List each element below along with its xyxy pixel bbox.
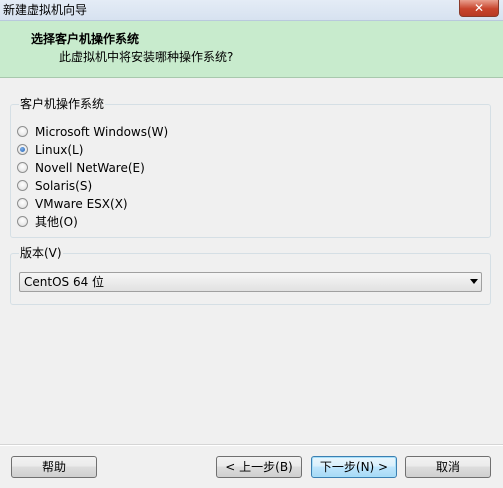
radio-label[interactable]: Solaris(S) xyxy=(35,178,92,194)
radio-label[interactable]: Linux(L) xyxy=(35,142,83,158)
radio-label[interactable]: VMware ESX(X) xyxy=(35,196,128,212)
radio-button-icon[interactable] xyxy=(17,198,28,209)
version-group: 版本(V) CentOS 64 位 xyxy=(10,246,491,305)
radio-button-icon[interactable] xyxy=(17,216,28,227)
version-select-value[interactable]: CentOS 64 位 xyxy=(24,274,104,290)
radio-label[interactable]: Novell NetWare(E) xyxy=(35,160,145,176)
next-button[interactable]: 下一步(N) > xyxy=(311,456,397,478)
header-banner: 选择客户机操作系统 此虚拟机中将安装哪种操作系统? xyxy=(0,21,503,78)
new-vm-wizard-dialog: 新建虚拟机向导 ✕ 选择客户机操作系统 此虚拟机中将安装哪种操作系统? 客户机操… xyxy=(0,0,503,488)
radio-button-icon[interactable] xyxy=(17,126,28,137)
cancel-button[interactable]: 取消 xyxy=(405,456,491,478)
version-group-label: 版本(V) xyxy=(19,246,63,260)
dropdown-arrow-icon[interactable] xyxy=(470,279,478,284)
page-title: 选择客户机操作系统 xyxy=(31,32,140,46)
version-select[interactable]: CentOS 64 位 xyxy=(19,272,482,292)
radio-label[interactable]: 其他(O) xyxy=(35,214,78,230)
radio-button-checked-icon[interactable] xyxy=(17,144,28,155)
window-title: 新建虚拟机向导 xyxy=(3,3,88,17)
radio-button-icon[interactable] xyxy=(17,162,28,173)
back-button[interactable]: < 上一步(B) xyxy=(216,456,302,478)
page-subtitle: 此虚拟机中将安装哪种操作系统? xyxy=(59,50,234,64)
guest-os-group: 客户机操作系统 Microsoft Windows(W) Linux(L) No… xyxy=(10,97,491,238)
radio-button-icon[interactable] xyxy=(17,180,28,191)
radio-label[interactable]: Microsoft Windows(W) xyxy=(35,124,168,140)
help-button[interactable]: 帮助 xyxy=(11,456,97,478)
footer-divider xyxy=(0,444,503,446)
close-button[interactable]: ✕ xyxy=(459,0,499,17)
guest-os-group-label: 客户机操作系统 xyxy=(19,97,106,111)
close-icon: ✕ xyxy=(473,1,485,15)
title-bar[interactable]: 新建虚拟机向导 ✕ xyxy=(0,0,503,21)
